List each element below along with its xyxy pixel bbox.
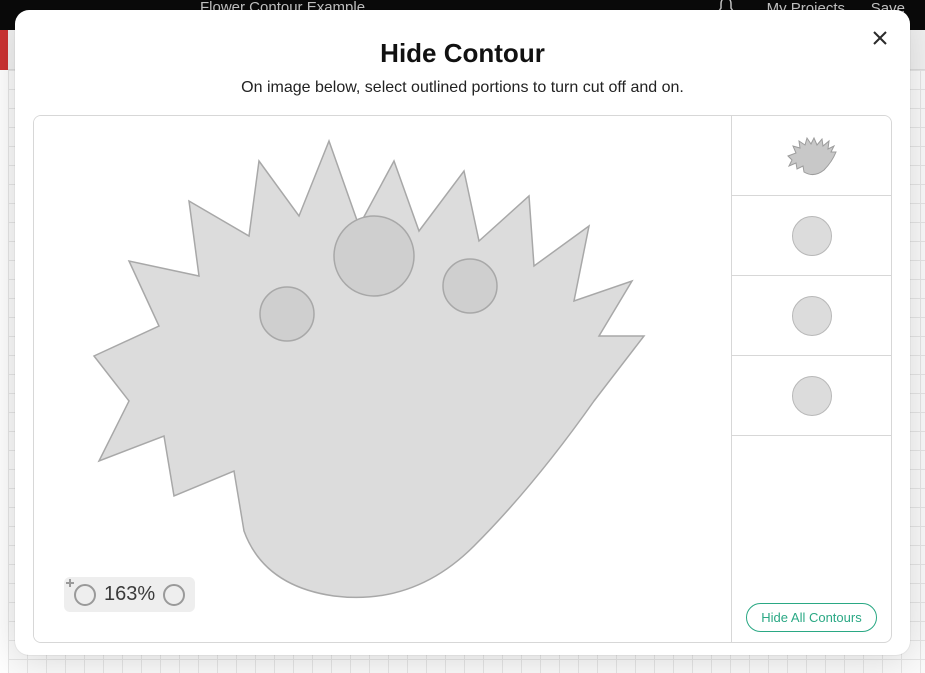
contour-thumbnail-circle-3[interactable] bbox=[732, 356, 891, 436]
modal-title: Hide Contour bbox=[33, 38, 892, 69]
contour-thumbnail-circle-2[interactable] bbox=[732, 276, 891, 356]
close-icon bbox=[872, 30, 888, 46]
close-button[interactable] bbox=[868, 26, 892, 50]
zoom-in-button[interactable] bbox=[163, 584, 185, 606]
circle-thumb-icon bbox=[792, 296, 832, 336]
hide-contour-modal: Hide Contour On image below, select outl… bbox=[15, 10, 910, 655]
plus-icon bbox=[64, 577, 76, 589]
thumbnail-spacer bbox=[732, 436, 891, 593]
circle-thumb-icon bbox=[792, 216, 832, 256]
contour-shape[interactable] bbox=[34, 116, 731, 616]
contour-thumbnail-list: Hide All Contours bbox=[731, 116, 891, 642]
sidebar-footer: Hide All Contours bbox=[732, 593, 891, 642]
contour-preview-area[interactable]: 163% bbox=[34, 116, 731, 642]
contour-circle-2[interactable] bbox=[443, 259, 497, 313]
outline-thumb-icon bbox=[784, 134, 840, 178]
modal-subtitle: On image below, select outlined portions… bbox=[33, 79, 892, 97]
contour-panel: 163% Hide All Conto bbox=[33, 115, 892, 643]
zoom-control: 163% bbox=[64, 577, 195, 612]
hide-all-contours-button[interactable]: Hide All Contours bbox=[746, 603, 876, 632]
zoom-out-button[interactable] bbox=[74, 584, 96, 606]
contour-thumbnail-outline[interactable] bbox=[732, 116, 891, 196]
contour-thumbnail-circle-1[interactable] bbox=[732, 196, 891, 276]
contour-circle-3[interactable] bbox=[260, 287, 314, 341]
circle-thumb-icon bbox=[792, 376, 832, 416]
contour-circle-1[interactable] bbox=[334, 216, 414, 296]
zoom-value: 163% bbox=[104, 583, 155, 606]
